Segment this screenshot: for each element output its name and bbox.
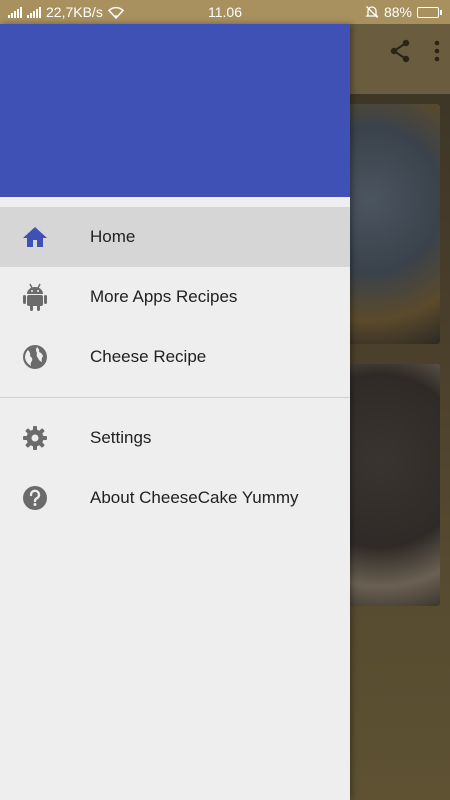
android-icon xyxy=(0,282,90,312)
menu-item-more-apps-recipes[interactable]: More Apps Recipes xyxy=(0,267,350,327)
recipe-card-image-1[interactable] xyxy=(340,104,440,344)
drawer-header xyxy=(0,24,350,197)
globe-icon xyxy=(0,344,90,370)
alarm-off-icon xyxy=(365,6,379,18)
menu-item-settings[interactable]: Settings xyxy=(0,408,350,468)
wifi-icon xyxy=(107,6,124,19)
navigation-drawer: Home More Apps Recipes Cheese Recipe Set… xyxy=(0,24,350,800)
share-icon[interactable] xyxy=(388,38,412,64)
menu-item-label: More Apps Recipes xyxy=(90,287,238,306)
menu-divider xyxy=(0,397,350,398)
help-circle-icon xyxy=(0,485,90,511)
drawer-menu: Home More Apps Recipes Cheese Recipe Set… xyxy=(0,197,350,528)
signal-strength-icon-2 xyxy=(27,6,41,18)
network-speed: 22,7KB/s xyxy=(46,4,103,20)
settings-gear-icon xyxy=(0,425,90,451)
home-icon xyxy=(0,225,90,249)
battery-percent: 88% xyxy=(383,4,412,20)
status-bar: 22,7KB/s 11.06 88% xyxy=(0,0,450,24)
menu-item-about[interactable]: About CheeseCake Yummy xyxy=(0,468,350,528)
menu-item-label: About CheeseCake Yummy xyxy=(90,488,299,507)
menu-item-cheese-recipe[interactable]: Cheese Recipe xyxy=(0,327,350,387)
more-vert-icon[interactable] xyxy=(434,40,440,62)
recipe-card-image-2[interactable] xyxy=(340,364,440,606)
menu-item-label: Cheese Recipe xyxy=(90,347,207,366)
menu-item-home[interactable]: Home xyxy=(0,207,350,267)
signal-strength-icon xyxy=(8,6,22,18)
menu-item-label: Settings xyxy=(90,428,152,447)
battery-icon xyxy=(417,6,442,18)
menu-item-label: Home xyxy=(90,227,136,246)
